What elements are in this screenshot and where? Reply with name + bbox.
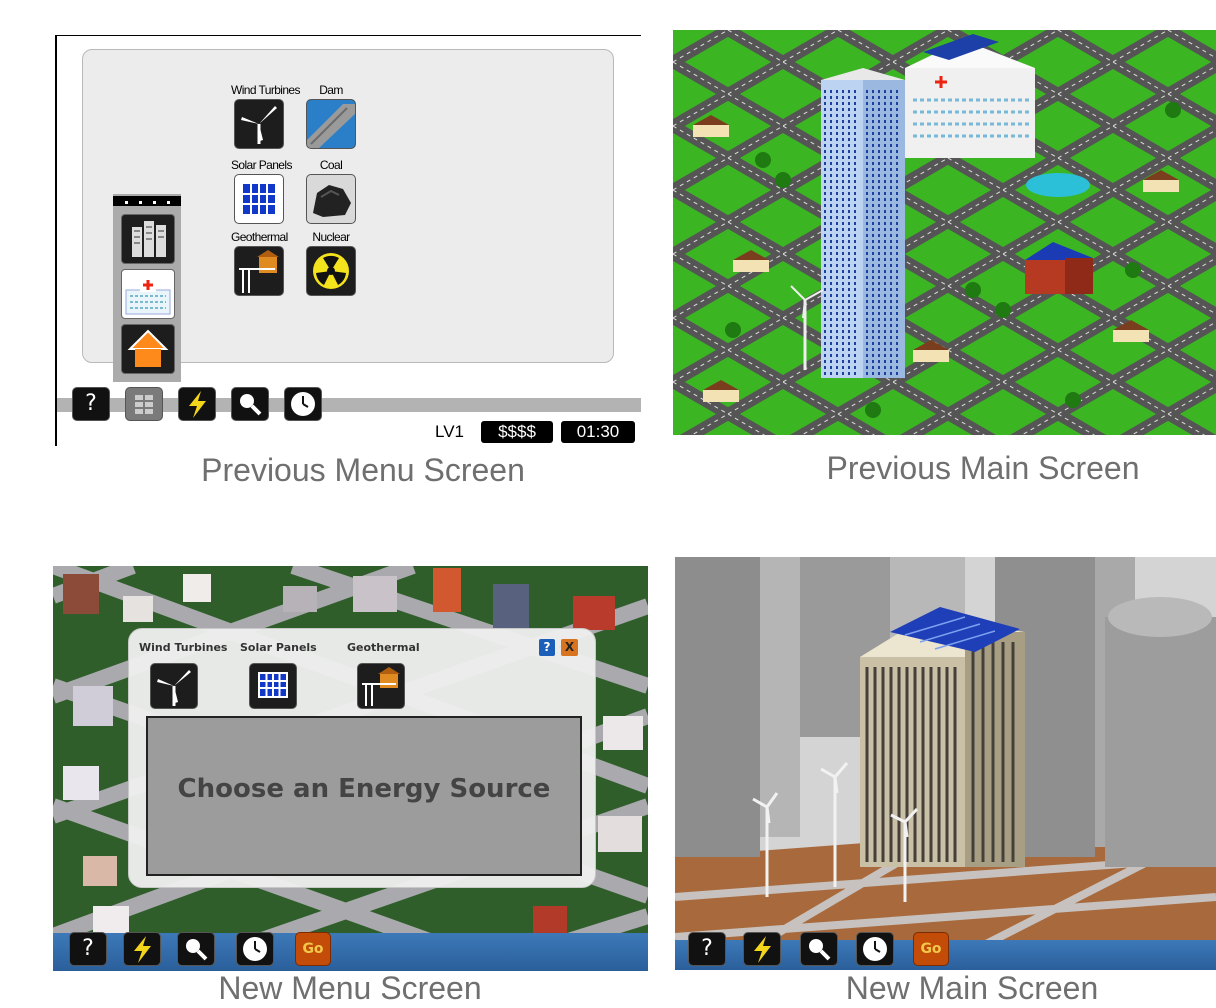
- isometric-city-view: [673, 30, 1216, 435]
- money-display: $$$$: [481, 421, 553, 443]
- timer-button[interactable]: [284, 387, 322, 421]
- level-indicator: LV1: [435, 422, 464, 441]
- lightning-icon: [134, 936, 151, 963]
- coal-icon: [306, 174, 356, 224]
- office-tower: [860, 607, 1025, 867]
- skyscraper: [821, 68, 905, 378]
- caption-previous-menu: Previous Menu Screen: [201, 452, 525, 488]
- source-label: Wind Turbines: [231, 83, 301, 97]
- timer-button[interactable]: [856, 932, 894, 966]
- timer-display: 01:30: [561, 421, 635, 443]
- menu-button[interactable]: [125, 387, 163, 421]
- house-icon[interactable]: [121, 324, 175, 374]
- sidebar-handle[interactable]: [113, 196, 181, 206]
- building-sidebar: [113, 194, 181, 382]
- go-button[interactable]: Go: [913, 932, 949, 966]
- help-button[interactable]: ?: [69, 932, 107, 966]
- caption-new-main: New Main Screen: [845, 970, 1099, 1006]
- power-button[interactable]: [743, 932, 781, 966]
- geothermal-icon[interactable]: [357, 663, 405, 709]
- energy-source-dialog: Wind Turbines Solar Panels Geothermal ? …: [128, 628, 596, 888]
- caption-previous-main: Previous Main Screen: [826, 450, 1140, 486]
- help-icon: ?: [701, 936, 713, 961]
- help-icon: ?: [82, 936, 94, 961]
- previous-main-screen: [673, 30, 1216, 435]
- new-menu-screen: Wind Turbines Solar Panels Geothermal ? …: [53, 566, 648, 971]
- downtown-city-view: [675, 557, 1216, 970]
- pond: [1026, 173, 1090, 197]
- menu-icon: [135, 395, 153, 414]
- solar-panel-icon: [234, 174, 284, 224]
- lightning-icon: [189, 391, 206, 418]
- clock-icon: [863, 937, 887, 961]
- source-geothermal[interactable]: Geothermal: [231, 230, 288, 296]
- source-solar-panels[interactable]: Solar Panels: [231, 158, 292, 224]
- source-label: Solar Panels: [231, 158, 292, 172]
- source-nuclear[interactable]: Nuclear: [303, 230, 359, 296]
- geothermal-icon: [234, 246, 284, 296]
- solar-panel-icon[interactable]: [249, 663, 297, 709]
- magnifier-icon: [240, 394, 262, 416]
- source-label: Dam: [319, 83, 343, 97]
- go-button[interactable]: Go: [295, 932, 331, 966]
- power-button[interactable]: [178, 387, 216, 421]
- caption-new-menu: New Menu Screen: [218, 970, 482, 1006]
- source-label-wind-turbines: Wind Turbines: [139, 641, 228, 654]
- hospital-icon[interactable]: [121, 269, 175, 319]
- source-dam[interactable]: Dam: [303, 83, 359, 149]
- help-button[interactable]: ?: [72, 387, 110, 421]
- new-main-screen: ? Go: [675, 557, 1216, 970]
- wind-turbine-icon: [234, 99, 284, 149]
- source-coal[interactable]: Coal: [303, 158, 359, 224]
- clock-icon: [243, 937, 267, 961]
- source-label: Geothermal: [231, 230, 288, 244]
- source-wind-turbines[interactable]: Wind Turbines: [231, 83, 301, 149]
- timer-button[interactable]: [236, 932, 274, 966]
- source-label: Coal: [319, 158, 343, 172]
- magnifier-icon: [809, 939, 831, 961]
- dam-icon: [306, 99, 356, 149]
- zoom-button[interactable]: [800, 932, 838, 966]
- source-label-solar-panels: Solar Panels: [240, 641, 317, 654]
- nuclear-icon: [306, 246, 356, 296]
- lightning-icon: [754, 936, 771, 963]
- previous-menu-screen: Wind Turbines Dam Solar Panels Coal Geot…: [55, 35, 641, 446]
- magnifier-icon: [186, 939, 208, 961]
- source-label-geothermal: Geothermal: [347, 641, 420, 654]
- dialog-help-button[interactable]: ?: [539, 639, 555, 656]
- zoom-button[interactable]: [177, 932, 215, 966]
- help-icon: ?: [85, 391, 97, 416]
- source-label: Nuclear: [312, 230, 350, 244]
- office-building-icon[interactable]: [121, 214, 175, 264]
- info-panel: Choose an Energy Source: [146, 716, 582, 876]
- zoom-button[interactable]: [231, 387, 269, 421]
- wind-turbine-icon[interactable]: [150, 663, 198, 709]
- clock-icon: [291, 392, 315, 416]
- power-button[interactable]: [123, 932, 161, 966]
- dialog-close-button[interactable]: X: [561, 639, 578, 656]
- help-button[interactable]: ?: [688, 932, 726, 966]
- choose-energy-message: Choose an Energy Source: [177, 774, 551, 804]
